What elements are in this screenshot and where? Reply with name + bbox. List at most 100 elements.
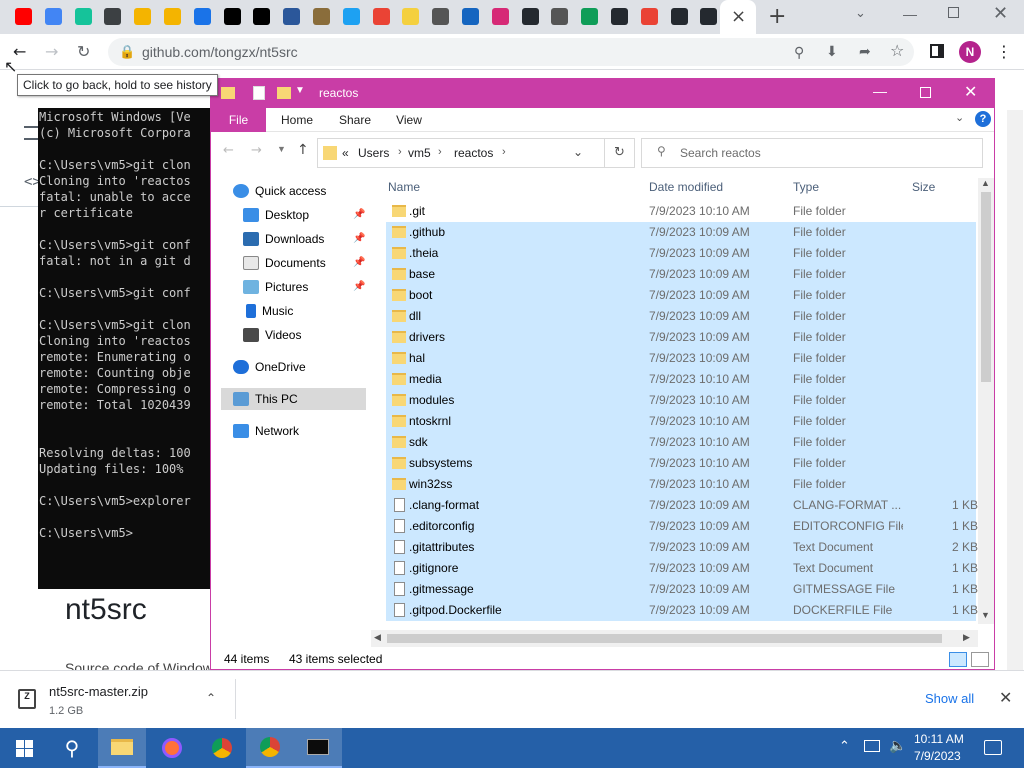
details-view-icon[interactable]	[949, 652, 967, 667]
file-row[interactable]: boot 7/9/2023 10:09 AM File folder	[386, 285, 976, 306]
notifications-icon[interactable]	[984, 740, 1002, 755]
github-icon[interactable]	[611, 8, 628, 25]
github-scroll-track[interactable]	[1007, 110, 1023, 670]
nav-desktop[interactable]: Desktop	[243, 204, 309, 226]
new-folder-icon[interactable]	[277, 87, 291, 99]
chevron-right-icon[interactable]: ›	[438, 146, 442, 158]
nav-quick-access[interactable]: Quick access	[233, 180, 326, 202]
file-row[interactable]: sdk 7/9/2023 10:10 AM File folder	[386, 432, 976, 453]
scroll-down-icon[interactable]: ▼	[981, 610, 990, 620]
close-tab-icon[interactable]: ×	[731, 6, 746, 27]
nav-documents[interactable]: Documents	[243, 252, 326, 274]
tool-icon[interactable]	[432, 8, 450, 25]
breadcrumb-overflow[interactable]: «	[342, 146, 349, 160]
column-header-type[interactable]: Type	[793, 180, 819, 194]
tab-view[interactable]: View	[391, 108, 427, 132]
show-hidden-icons-icon[interactable]: ⌃	[839, 738, 850, 754]
tab-file[interactable]: File	[211, 108, 266, 132]
maximize-button[interactable]	[920, 87, 931, 98]
idea-icon[interactable]	[402, 8, 420, 25]
scroll-thumb[interactable]	[981, 192, 991, 382]
minimize-button[interactable]: —	[873, 83, 887, 99]
qr-icon[interactable]	[253, 8, 271, 25]
menu-kebab-icon[interactable]: ⋮	[996, 44, 1012, 60]
firefox-taskbar-button[interactable]	[148, 728, 196, 768]
scroll-up-icon[interactable]: ▲	[981, 178, 990, 188]
chevron-right-icon[interactable]: ›	[398, 146, 402, 158]
properties-icon[interactable]	[253, 86, 265, 100]
file-row[interactable]: hal 7/9/2023 10:09 AM File folder	[386, 348, 976, 369]
folder-icon[interactable]	[164, 8, 181, 25]
close-button[interactable]: ✕	[964, 82, 977, 101]
minimize-browser-button[interactable]: —	[903, 6, 917, 22]
forward-arrow-icon[interactable]: →	[251, 143, 262, 158]
nav-network[interactable]: Network	[233, 420, 299, 442]
recent-locations-icon[interactable]: ▼	[277, 144, 286, 154]
nav-downloads[interactable]: Downloads	[243, 228, 324, 250]
extension-icon[interactable]	[313, 8, 330, 25]
address-dropdown-icon[interactable]: ⌄	[573, 145, 583, 159]
github-icon[interactable]	[670, 8, 688, 25]
file-row[interactable]: .gitattributes 7/9/2023 10:09 AM Text Docu…	[386, 537, 978, 558]
file-row[interactable]: .gitpod.Dockerfile 7/9/2023 10:09 AM DOCKE…	[386, 600, 978, 621]
gmail-icon[interactable]	[640, 8, 658, 25]
column-header-size[interactable]: Size	[912, 180, 935, 194]
download-filename[interactable]: nt5src-master.zip	[49, 684, 148, 699]
sonic-icon[interactable]	[462, 8, 479, 25]
forward-arrow-icon[interactable]: →	[45, 44, 58, 60]
github-icon[interactable]	[521, 8, 539, 25]
nav-music[interactable]: Music	[243, 300, 293, 322]
nav-this-pc[interactable]: This PC	[221, 388, 366, 410]
file-explorer-taskbar-button[interactable]	[98, 728, 146, 768]
file-row[interactable]: base 7/9/2023 10:09 AM File folder	[386, 264, 976, 285]
nav-pictures[interactable]: Pictures	[243, 276, 308, 298]
gmail-icon[interactable]	[372, 8, 390, 25]
settings-icon[interactable]	[104, 8, 122, 25]
up-arrow-icon[interactable]: ↑	[297, 142, 309, 158]
nav-onedrive[interactable]: OneDrive	[233, 356, 306, 378]
puzzle-icon[interactable]	[283, 8, 301, 25]
large-icons-view-icon[interactable]	[971, 652, 989, 667]
share-icon[interactable]: ➦	[859, 44, 871, 60]
file-row[interactable]: modules 7/9/2023 10:10 AM File folder	[386, 390, 976, 411]
start-button[interactable]	[0, 728, 48, 768]
file-row[interactable]: drivers 7/9/2023 10:09 AM File folder	[386, 327, 976, 348]
explorer-title-bar[interactable]: ▼ reactos — ✕	[211, 79, 994, 108]
github-icon[interactable]	[700, 8, 718, 25]
scroll-thumb[interactable]	[387, 634, 942, 643]
breadcrumb[interactable]: « Users › vm5 › reactos › ⌄	[317, 138, 605, 168]
chevron-right-icon[interactable]: ›	[502, 146, 506, 158]
download-options-chevron-icon[interactable]: ⌃	[206, 691, 216, 705]
network-tray-icon[interactable]	[864, 740, 880, 752]
file-row[interactable]: .theia 7/9/2023 10:09 AM File folder	[386, 243, 976, 264]
search-icon[interactable]: ⚲	[794, 45, 804, 61]
volume-icon[interactable]: 🔈	[889, 737, 906, 754]
cmd-taskbar-button[interactable]	[294, 728, 342, 768]
folder-icon[interactable]	[134, 8, 152, 25]
install-app-icon[interactable]: ⬇	[826, 44, 838, 60]
column-header-date[interactable]: Date modified	[649, 180, 723, 194]
file-row[interactable]: dll 7/9/2023 10:09 AM File folder	[386, 306, 976, 327]
url-text[interactable]: github.com/tongzx/nt5src	[142, 44, 298, 60]
tab-share[interactable]: Share	[335, 108, 375, 132]
refresh-icon[interactable]: ↻	[605, 138, 635, 168]
kim-icon[interactable]	[223, 8, 241, 25]
clock-date[interactable]: 7/9/2023	[914, 749, 961, 763]
tab-search-icon[interactable]: ⌄	[855, 6, 866, 21]
twitter-icon[interactable]	[342, 8, 360, 25]
drive-icon[interactable]	[581, 8, 599, 25]
close-browser-button[interactable]: ✕	[993, 3, 1008, 24]
clock-time[interactable]: 10:11 AM	[914, 732, 964, 746]
profile-avatar[interactable]: N	[959, 41, 981, 63]
chrome-icon[interactable]	[551, 8, 569, 25]
file-row[interactable]: .gitignore 7/9/2023 10:09 AM Text Document…	[386, 558, 978, 579]
file-row[interactable]: media 7/9/2023 10:10 AM File folder	[386, 369, 976, 390]
file-row[interactable]: win32ss 7/9/2023 10:10 AM File folder	[386, 474, 976, 495]
file-row[interactable]: subsystems 7/9/2023 10:10 AM File folder	[386, 453, 976, 474]
chrome-profile-taskbar-button[interactable]	[246, 728, 294, 768]
help-icon[interactable]: ?	[975, 111, 991, 127]
breadcrumb-vm5[interactable]: vm5	[408, 146, 431, 160]
youtube-icon[interactable]	[15, 8, 32, 25]
back-arrow-icon[interactable]: ←	[223, 143, 234, 158]
instagram-icon[interactable]	[491, 8, 509, 25]
